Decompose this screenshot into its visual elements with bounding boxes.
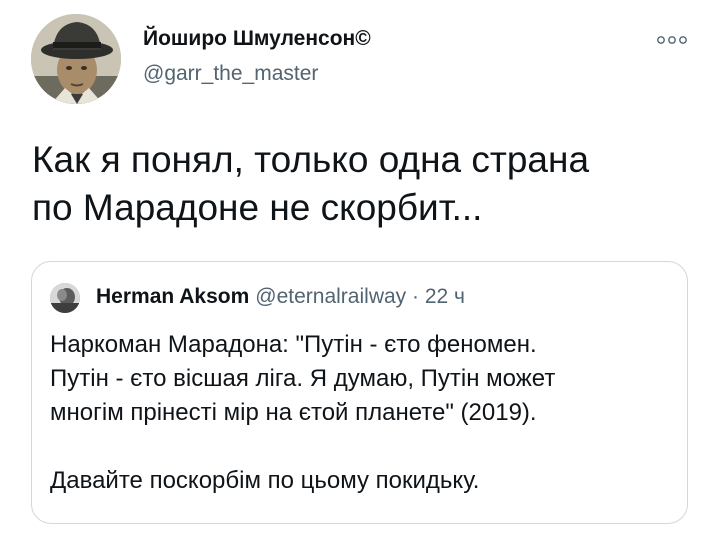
quoted-avatar-image: [50, 283, 80, 313]
more-options-button[interactable]: [652, 28, 692, 52]
avatar-portrait-image: [31, 14, 121, 104]
quoted-author-name[interactable]: Herman Aksom: [96, 285, 249, 308]
quoted-tweet-header: Herman Aksom @eternalrailway · 22 ч: [96, 285, 465, 309]
quoted-tweet-card[interactable]: Herman Aksom @eternalrailway · 22 ч Нарко…: [31, 261, 688, 524]
quoted-author-meta: @eternalrailway · 22 ч: [255, 285, 465, 308]
more-options-icon: [657, 36, 687, 44]
tweet: Йоширо Шмуленсон© @garr_the_master Как я…: [0, 0, 720, 549]
author-handle[interactable]: @garr_the_master: [143, 62, 318, 86]
quoted-tweet-text: Наркоман Марадона: "Путін - єто феномен.…: [50, 331, 556, 494]
author-avatar[interactable]: [31, 14, 121, 104]
author-name[interactable]: Йоширо Шмуленсон©: [143, 27, 371, 51]
tweet-text: Как я понял, только одна страна по Марад…: [32, 139, 590, 228]
quoted-author-avatar[interactable]: [50, 283, 80, 313]
